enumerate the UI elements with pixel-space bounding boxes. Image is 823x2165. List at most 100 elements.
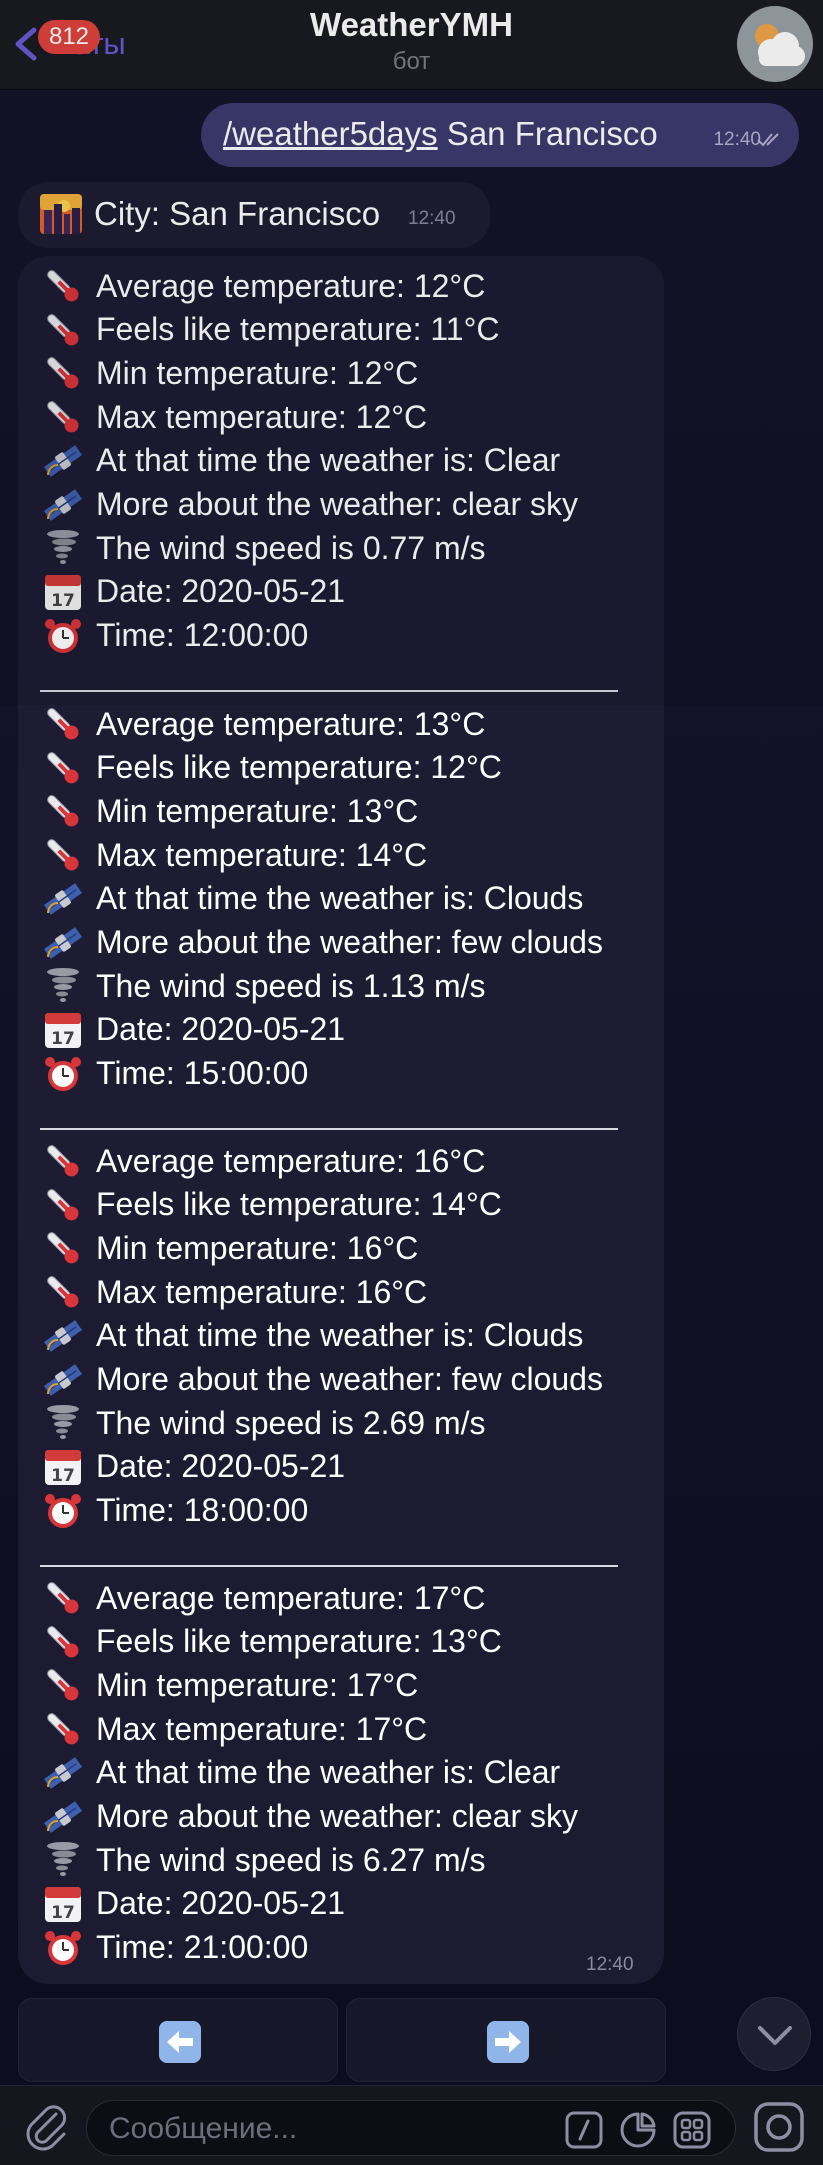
- outgoing-message[interactable]: /weather5days San Francisco 12:40: [201, 103, 799, 167]
- forecast-text-wind: The wind speed is 1.13 m/s: [96, 967, 486, 1004]
- forecast-text-date: Date: 2020-05-21: [96, 573, 346, 610]
- bot-commands-icon[interactable]: [565, 2111, 603, 2149]
- forecast-line-details: More about the weather: few clouds: [42, 1360, 603, 1400]
- forecast-text-feels: Feels like temperature: 11°C: [96, 311, 500, 348]
- thermometer-icon: [42, 1665, 84, 1705]
- forecast-line-date: 17 Date: 2020-05-21: [42, 1884, 345, 1924]
- forecast-line-avg: Average temperature: 12°C: [42, 266, 485, 306]
- forecast-line-time: Time: 18:00:00: [42, 1491, 308, 1531]
- message-time: 12:40: [713, 129, 761, 150]
- forecast-line-min: Min temperature: 12°C: [42, 353, 418, 393]
- forecast-text-details: More about the weather: few clouds: [96, 924, 603, 960]
- forecast-text-details: More about the weather: few clouds: [96, 1361, 603, 1397]
- forecast-line-wind: The wind speed is 1.13 m/s: [42, 966, 486, 1006]
- alarm-clock-icon: [42, 1054, 84, 1094]
- forecast-text-weather: At that time the weather is: Clear: [96, 442, 561, 479]
- calendar-icon: 17: [42, 572, 84, 612]
- forecast-line-weather: At that time the weather is: Clear: [42, 441, 560, 481]
- forecast-line-wind: The wind speed is 0.77 m/s: [42, 528, 486, 568]
- forecast-text-feels: Feels like temperature: 14°C: [96, 1186, 502, 1223]
- forecast-text-avg: Average temperature: 12°C: [96, 267, 486, 304]
- next-page-button[interactable]: [346, 1998, 666, 2082]
- message-time: 12:40: [586, 1954, 634, 1975]
- calendar-icon: 17: [42, 1010, 84, 1050]
- forecast-line-date: 17 Date: 2020-05-21: [42, 1010, 345, 1050]
- tornado-icon: [42, 1403, 84, 1443]
- alarm-clock-icon: [42, 616, 84, 656]
- forecast-line-details: More about the weather: few clouds: [42, 923, 603, 963]
- forecast-text-weather: At that time the weather is: Clouds: [96, 1317, 584, 1354]
- thermometer-icon: [42, 1709, 84, 1749]
- sun-cloud-icon: [755, 24, 805, 66]
- message-time: 12:40: [408, 208, 456, 229]
- chevron-down-icon: [758, 2026, 792, 2045]
- bot-avatar[interactable]: [737, 6, 813, 82]
- tornado-icon: [42, 1840, 84, 1880]
- thermometer-icon: [42, 1141, 84, 1181]
- left-arrow-icon: [159, 2021, 201, 2063]
- forecast-text-weather: At that time the weather is: Clouds: [96, 880, 584, 917]
- satellite-icon: [42, 441, 84, 481]
- thermometer-icon: [42, 397, 84, 437]
- city-message[interactable]: City: San Francisco 12:40: [18, 182, 490, 248]
- forecast-text-max: Max temperature: 17°C: [96, 1710, 428, 1747]
- sticker-icon[interactable]: [619, 2111, 657, 2149]
- forecast-text-feels: Feels like temperature: 12°C: [96, 749, 502, 786]
- message-input-bar: [0, 2085, 823, 2165]
- forecast-text-date: Date: 2020-05-21: [96, 1011, 346, 1048]
- forecast-text-min: Min temperature: 16°C: [96, 1229, 419, 1266]
- forecast-separator: [40, 1565, 618, 1567]
- thermometer-icon: [42, 1622, 84, 1662]
- forecast-line-time: Time: 15:00:00: [42, 1054, 308, 1094]
- satellite-icon: [42, 879, 84, 919]
- forecast-text-wind: The wind speed is 6.27 m/s: [96, 1841, 486, 1878]
- city-message-text: City: San Francisco: [40, 194, 380, 234]
- scroll-down-button[interactable]: [737, 1997, 811, 2071]
- forecast-line-date: 17 Date: 2020-05-21: [42, 1447, 345, 1487]
- double-check-icon: [757, 133, 779, 147]
- city-text: City: San Francisco: [94, 195, 381, 232]
- forecast-separator: [40, 690, 618, 692]
- forecast-line-wind: The wind speed is 2.69 m/s: [42, 1403, 486, 1443]
- message-text-field[interactable]: [109, 2111, 549, 2147]
- thermometer-icon: [42, 266, 84, 306]
- message-input[interactable]: [86, 2100, 736, 2156]
- keyboard-grid-icon[interactable]: [673, 2111, 711, 2149]
- paperclip-icon[interactable]: [22, 2100, 70, 2152]
- outgoing-message-text: /weather5days San Francisco: [223, 115, 658, 153]
- forecast-line-avg: Average temperature: 13°C: [42, 704, 485, 744]
- forecast-line-feels: Feels like temperature: 13°C: [42, 1622, 502, 1662]
- alarm-clock-icon: [42, 1491, 84, 1531]
- calendar-icon: 17: [42, 1884, 84, 1924]
- svg-text:17: 17: [51, 1466, 75, 1486]
- thermometer-icon: [42, 704, 84, 744]
- forecast-text-wind: The wind speed is 0.77 m/s: [96, 529, 486, 566]
- thermometer-icon: [42, 748, 84, 788]
- chat-title[interactable]: WeatherYMH: [0, 6, 823, 44]
- forecast-line-details: More about the weather: clear sky: [42, 485, 578, 525]
- camera-icon[interactable]: [752, 2100, 806, 2154]
- tornado-icon: [42, 528, 84, 568]
- forecast-line-avg: Average temperature: 16°C: [42, 1141, 485, 1181]
- alarm-clock-icon: [42, 1928, 84, 1968]
- forecast-text-max: Max temperature: 14°C: [96, 836, 428, 873]
- satellite-icon: [42, 1316, 84, 1356]
- forecast-line-max: Max temperature: 16°C: [42, 1272, 427, 1312]
- forecast-text-time: Time: 15:00:00: [96, 1055, 309, 1092]
- previous-page-button[interactable]: [18, 1998, 338, 2082]
- thermometer-icon: [42, 835, 84, 875]
- command-link[interactable]: /weather5days: [223, 115, 438, 152]
- forecast-line-feels: Feels like temperature: 14°C: [42, 1185, 502, 1225]
- forecast-text-max: Max temperature: 12°C: [96, 398, 428, 435]
- satellite-icon: [42, 923, 84, 963]
- forecast-text-min: Min temperature: 13°C: [96, 792, 419, 829]
- thermometer-icon: [42, 1578, 84, 1618]
- forecast-message[interactable]: 12:40 Average temperature: 12°C Feels lik…: [18, 256, 664, 1984]
- satellite-icon: [42, 485, 84, 525]
- forecast-text-time: Time: 12:00:00: [96, 617, 309, 654]
- forecast-line-max: Max temperature: 14°C: [42, 835, 427, 875]
- satellite-icon: [42, 1360, 84, 1400]
- forecast-line-wind: The wind speed is 6.27 m/s: [42, 1840, 486, 1880]
- forecast-text-min: Min temperature: 17°C: [96, 1666, 419, 1703]
- tornado-icon: [42, 966, 84, 1006]
